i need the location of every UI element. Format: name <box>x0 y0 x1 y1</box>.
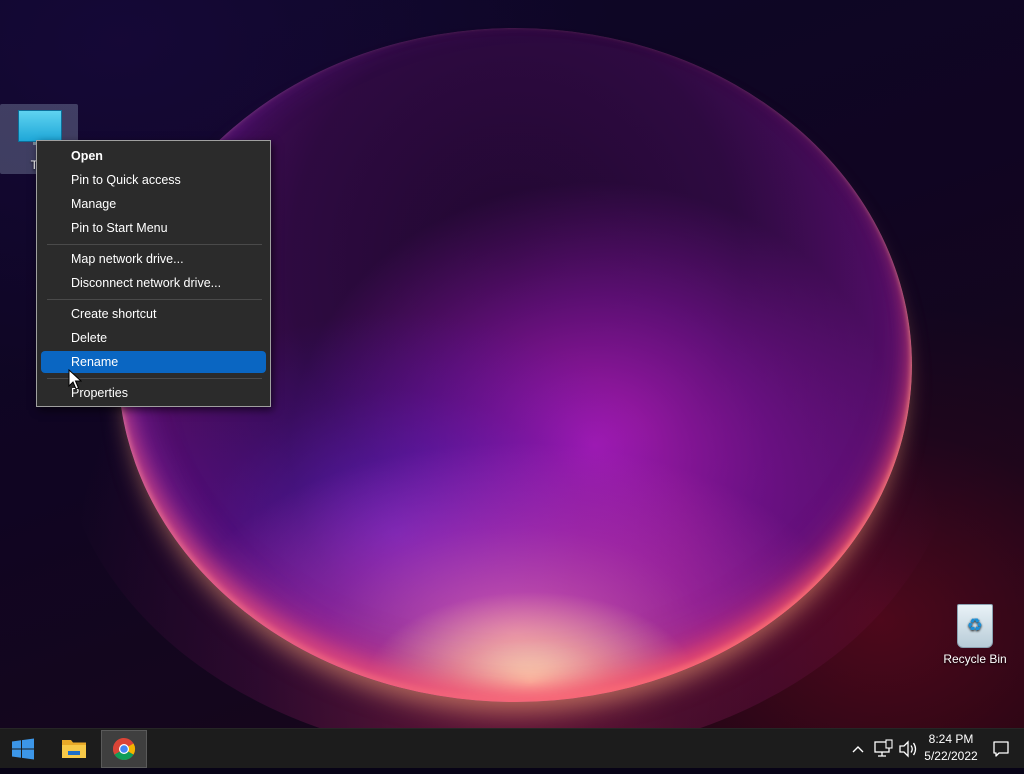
menu-item-create-shortcut[interactable]: Create shortcut <box>41 303 266 325</box>
menu-item-label: Open <box>71 149 103 163</box>
menu-item-label: Create shortcut <box>71 307 157 321</box>
menu-item-open[interactable]: Open <box>41 145 266 167</box>
menu-item-disconnect-drive[interactable]: Disconnect network drive... <box>41 272 266 294</box>
menu-separator <box>47 299 262 300</box>
network-icon <box>874 739 893 757</box>
menu-item-label: Delete <box>71 331 108 345</box>
windows-start-icon <box>12 738 34 760</box>
chrome-icon <box>113 738 135 760</box>
notification-center-button[interactable] <box>988 729 1014 769</box>
menu-item-manage[interactable]: Manage <box>41 193 266 215</box>
volume-icon <box>899 740 917 758</box>
menu-item-label: Rename <box>71 355 119 369</box>
taskbar-file-explorer[interactable] <box>51 729 97 769</box>
tray-network-button[interactable] <box>871 729 895 769</box>
menu-item-label: Manage <box>71 197 117 211</box>
chevron-up-icon <box>852 746 864 753</box>
tray-overflow-button[interactable] <box>848 729 868 769</box>
this-pc-icon <box>18 110 62 142</box>
context-menu: Open Pin to Quick access Manage Pin to S… <box>36 140 271 407</box>
menu-item-label: Pin to Quick access <box>71 173 181 187</box>
notification-icon <box>993 741 1009 757</box>
menu-item-label: Pin to Start Menu <box>71 221 168 235</box>
start-button[interactable] <box>0 729 46 769</box>
desktop-icon-recycle-bin[interactable]: ♻ Recycle Bin <box>936 602 1014 672</box>
desktop-icon-label: Recycle Bin <box>943 652 1007 666</box>
file-explorer-icon <box>62 740 86 758</box>
menu-separator <box>47 244 262 245</box>
recycle-bin-icon: ♻ <box>957 604 993 648</box>
taskbar: 8:24 PM 5/22/2022 <box>0 728 1024 768</box>
menu-item-label: Map network drive... <box>71 252 184 266</box>
tray-volume-button[interactable] <box>897 729 919 769</box>
menu-item-pin-quick-access[interactable]: Pin to Quick access <box>41 169 266 191</box>
taskbar-chrome[interactable] <box>101 730 147 768</box>
menu-item-delete[interactable]: Delete <box>41 327 266 349</box>
taskbar-clock[interactable]: 8:24 PM 5/22/2022 <box>918 731 984 765</box>
clock-time: 8:24 PM <box>928 732 974 746</box>
menu-item-map-drive[interactable]: Map network drive... <box>41 248 266 270</box>
menu-item-label: Disconnect network drive... <box>71 276 222 290</box>
menu-item-pin-start[interactable]: Pin to Start Menu <box>41 217 266 239</box>
mouse-cursor-icon <box>68 369 82 390</box>
clock-date: 5/22/2022 <box>924 749 978 763</box>
